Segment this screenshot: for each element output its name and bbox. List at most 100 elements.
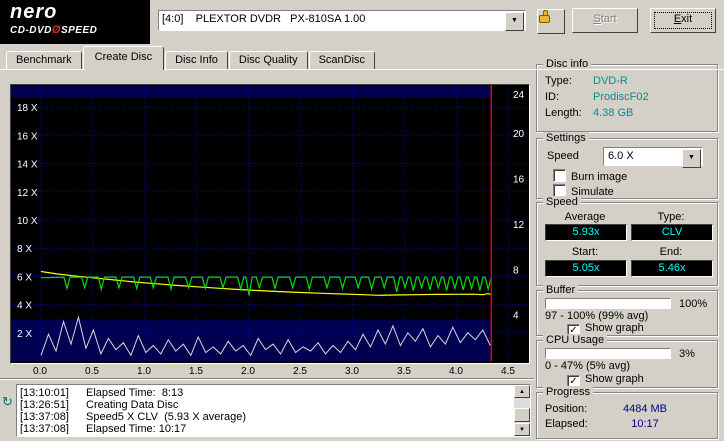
checkbox-icon[interactable] [553, 169, 566, 182]
svg-text:16 X: 16 X [17, 131, 38, 142]
log-line: [13:37:08] Elapsed Time: 10:17 [20, 423, 512, 434]
speed-select-dropdown-icon[interactable]: ▼ [682, 149, 701, 168]
svg-text:24: 24 [513, 90, 525, 101]
buffer-range-text: 97 - 100% (99% avg) [545, 310, 649, 322]
disc-info-label: Type: [545, 75, 572, 87]
separator [0, 378, 534, 380]
cpu-range-text: 0 - 47% (5% avg) [545, 360, 630, 372]
nero-logo: nero CD-DVDØSPEED [0, 0, 150, 44]
disc-info-value: DVD-R [593, 75, 628, 87]
cpu-title: CPU Usage [543, 334, 608, 346]
nero-logo-text: nero [10, 1, 58, 23]
tab-create-disc[interactable]: Create Disc [82, 46, 165, 70]
speed-chart: 2 X 4 X 6 X 8 X 10 X 12 X 14 X 16 X 18 X 4 8 12 16 20… [10, 84, 530, 364]
settings-group: Settings Speed 6.0 X ▼ Burn image Simulat… [536, 132, 718, 199]
tab-scandisc[interactable]: ScanDisc [308, 51, 376, 69]
cpu-bar [545, 348, 671, 359]
cdspeed-logo-text: CD-DVDØSPEED [10, 24, 98, 36]
log-line: [13:26:51] Creating Data Disc [20, 399, 512, 411]
svg-text:18 X: 18 X [17, 103, 38, 114]
log-box: [13:10:01] Elapsed Time: 8:13 [13:26:51] Cr… [16, 384, 531, 437]
drive-select-dropdown-icon[interactable]: ▼ [505, 12, 524, 31]
position-value: 4484 MB [622, 403, 668, 415]
buffer-percent: 100% [679, 298, 708, 310]
drive-select[interactable]: [4:0] PLEXTOR DVDR PX-810SA 1.00 ▼ [158, 10, 526, 31]
disc-info-value: ProdiscF02 [593, 91, 649, 103]
x-tick-label: 0.5 [85, 366, 99, 377]
cpu-percent: 3% [679, 348, 695, 360]
end-speed-value: 5.46x [631, 260, 713, 277]
log-text: Elapsed Time: 10:17 [86, 423, 187, 434]
svg-text:20: 20 [513, 129, 525, 140]
svg-text:6 X: 6 X [17, 272, 32, 283]
svg-text:2 X: 2 X [17, 329, 32, 340]
svg-text:8: 8 [513, 265, 519, 276]
log-timestamp: [13:37:08] [20, 411, 69, 423]
log-line: [13:37:08] Speed5 X CLV (5.93 X average) [20, 411, 512, 423]
x-tick-label: 4.5 [501, 366, 515, 377]
disc-info-row: Type: DVD-R [545, 75, 628, 88]
buffer-group: Buffer 100% 97 - 100% (99% avg) ✓ Show gr… [536, 284, 718, 337]
cpu-show-graph-checkbox[interactable]: ✓ Show graph [567, 373, 644, 388]
disc-info-group: Disc info Type: DVD-R ID: ProdiscF02 Length:… [536, 58, 718, 132]
svg-text:8 X: 8 X [17, 244, 32, 255]
x-tick-label: 0.0 [33, 366, 47, 377]
speed-type-value: CLV [631, 224, 713, 241]
exit-button[interactable]: Exit [650, 8, 716, 33]
checkbox-label: Burn image [571, 171, 628, 183]
log-timestamp: [13:10:01] [20, 387, 69, 399]
log-line: [13:10:01] Elapsed Time: 8:13 [20, 387, 512, 399]
x-tick-label: 2.0 [241, 366, 255, 377]
average-speed-value: 5.93x [545, 224, 627, 241]
end-speed-label: End: [659, 246, 683, 258]
logo-slash-icon: Ø [51, 24, 61, 36]
start-speed-label: Start: [571, 246, 599, 258]
progress-title: Progress [543, 386, 594, 398]
tab-disc-quality[interactable]: Disc Quality [228, 51, 308, 69]
checkbox-burn-image[interactable]: Burn image [553, 169, 628, 183]
busy-icon: ↻ [2, 394, 13, 409]
speed-select-label: Speed [547, 150, 579, 162]
speed-select-value: 6.0 X [608, 150, 634, 162]
log-timestamp: [13:37:08] [20, 423, 69, 434]
log-timestamp: [13:26:51] [20, 399, 69, 411]
eject-button[interactable] [537, 9, 565, 34]
log-text: Speed5 X CLV (5.93 X average) [86, 411, 247, 423]
disc-info-row: ID: ProdiscF02 [545, 91, 649, 104]
svg-text:4: 4 [513, 311, 519, 322]
svg-text:12 X: 12 X [17, 188, 38, 199]
log-text: Creating Data Disc [86, 399, 179, 411]
average-label: Average [564, 211, 606, 223]
x-tick-label: 3.5 [397, 366, 411, 377]
progress-group: Progress Position: 4484 MB Elapsed: 10:1… [536, 386, 718, 439]
buffer-title: Buffer [543, 284, 579, 296]
svg-text:14 X: 14 X [17, 160, 38, 171]
log-text: Elapsed Time: 8:13 [86, 387, 184, 399]
type-label: Type: [657, 211, 685, 223]
disc-info-row: Length: 4.38 GB [545, 107, 633, 120]
disc-info-label: Length: [545, 107, 582, 119]
chart-x-axis-labels: 0.0 0.5 1.0 1.5 2.0 2.5 3.0 3.5 4.0 4.5 [10, 366, 530, 378]
speed-title: Speed [543, 196, 581, 208]
speed-select[interactable]: 6.0 X ▼ [603, 147, 703, 168]
scroll-thumb[interactable] [514, 408, 530, 422]
disc-info-value: 4.38 GB [593, 107, 634, 119]
settings-title: Settings [543, 132, 589, 144]
x-tick-label: 1.0 [137, 366, 151, 377]
speed-group: Speed Average Type: 5.93x CLV Start: End… [536, 196, 718, 286]
tab-disc-info[interactable]: Disc Info [165, 51, 228, 69]
log-scrollbar[interactable]: ▲ ▼ [514, 385, 530, 436]
tab-strip: Benchmark Create Disc Disc Info Disc Qualit… [6, 46, 376, 70]
scroll-up-icon[interactable]: ▲ [514, 385, 530, 398]
buffer-bar [545, 298, 671, 309]
tab-benchmark[interactable]: Benchmark [6, 51, 82, 69]
disc-info-label: ID: [545, 91, 560, 103]
scroll-down-icon[interactable]: ▼ [514, 423, 530, 436]
drive-select-value: [4:0] PLEXTOR DVDR PX-810SA 1.00 [162, 13, 366, 25]
elapsed-value: 10:17 [631, 418, 659, 430]
x-tick-label: 2.5 [293, 366, 307, 377]
elapsed-label: Elapsed: [545, 418, 588, 430]
start-button[interactable]: Start [572, 8, 638, 33]
x-tick-label: 3.0 [345, 366, 359, 377]
svg-text:10 X: 10 X [17, 216, 38, 227]
